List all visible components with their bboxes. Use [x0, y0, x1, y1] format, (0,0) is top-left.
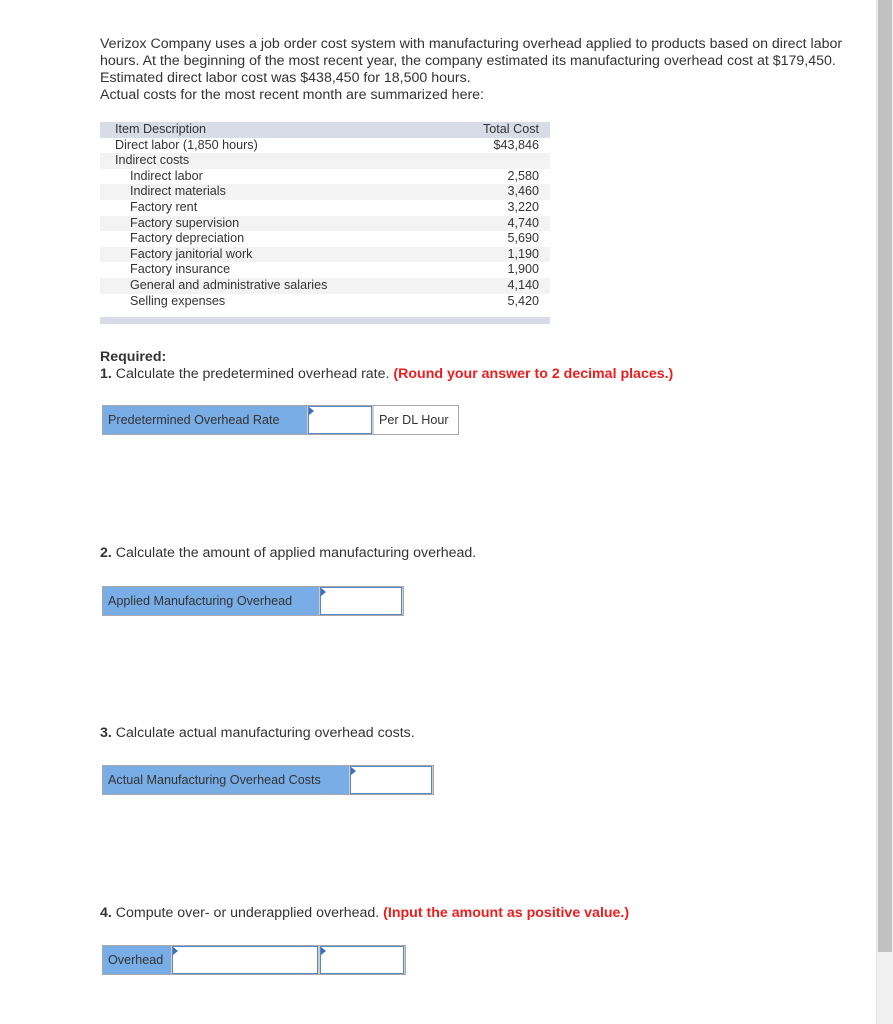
row-amount: 4,740: [430, 215, 550, 232]
table-row: Factory insurance 1,900: [100, 262, 550, 278]
table-row: General and administrative salaries 4,14…: [100, 277, 550, 294]
question-text: Calculate the predetermined overhead rat…: [111, 366, 394, 382]
table-row: Factory supervision 4,740: [100, 215, 550, 232]
table-row: Indirect materials 3,460: [100, 184, 550, 200]
row-amount: 5,690: [507, 231, 539, 246]
row-amount: 3,460: [430, 184, 550, 200]
answer-label: Predetermined Overhead Rate: [103, 406, 307, 434]
row-description: Factory rent: [130, 199, 198, 214]
row-amount: 1,900: [507, 262, 539, 277]
answer-label: Applied Manufacturing Overhead: [103, 587, 319, 615]
question-2: 2. Calculate the amount of applied manuf…: [100, 545, 476, 562]
row-amount: 1,190: [430, 246, 550, 263]
question-note: (Round your answer to 2 decimal places.): [393, 366, 674, 382]
row-description: Indirect labor: [130, 168, 203, 183]
actual-overhead-input[interactable]: [350, 766, 432, 794]
question-1: 1. Calculate the predetermined overhead …: [100, 366, 673, 383]
row-amount: [430, 153, 550, 169]
table-row: Factory depreciation 5,690: [100, 231, 550, 247]
table-footer-bar: [100, 317, 550, 324]
required-heading: Required:: [100, 349, 166, 366]
answer-label: Overhead: [103, 946, 171, 974]
actual-costs-table: Item Description Total Cost Direct labor…: [100, 122, 550, 309]
question-number: 2.: [100, 545, 112, 561]
predetermined-rate-answer-row: Predetermined Overhead Rate Per DL Hour: [102, 405, 459, 435]
input-wrap: [349, 766, 433, 794]
intro-summary-line: Actual costs for the most recent month a…: [100, 87, 485, 103]
input-wrap: [319, 946, 405, 974]
scrollbar-thumb[interactable]: [878, 0, 892, 952]
predetermined-rate-input[interactable]: [308, 406, 372, 434]
row-amount: 3,220: [507, 199, 539, 214]
table-row: Selling expenses 5,420: [100, 294, 550, 310]
input-wrap: [171, 946, 319, 974]
applied-overhead-input[interactable]: [320, 587, 402, 615]
table-row: Indirect labor 2,580: [100, 169, 550, 185]
intro-paragraph: Verizox Company uses a job order cost sy…: [100, 36, 843, 86]
actual-overhead-answer-row: Actual Manufacturing Overhead Costs: [102, 765, 434, 795]
row-amount: 2,580: [507, 168, 539, 183]
answer-label: Actual Manufacturing Overhead Costs: [103, 766, 349, 794]
row-description: Indirect costs: [100, 153, 430, 169]
row-description: Factory janitorial work: [100, 246, 430, 263]
question-number: 4.: [100, 905, 112, 921]
question-3: 3. Calculate actual manufacturing overhe…: [100, 725, 415, 742]
header-item-description: Item Description: [100, 122, 430, 138]
row-amount: $43,846: [493, 137, 539, 152]
header-total-cost: Total Cost: [430, 122, 550, 138]
table-row: Indirect costs: [100, 153, 550, 169]
row-amount: 4,140: [430, 277, 550, 294]
question-4: 4. Compute over- or underapplied overhea…: [100, 905, 629, 922]
unit-label: Per DL Hour: [373, 406, 458, 434]
question-text: Calculate the amount of applied manufact…: [111, 545, 477, 561]
over-under-applied-answer-row: Overhead: [102, 945, 406, 975]
table-row: Direct labor (1,850 hours) $43,846: [100, 138, 550, 154]
question-text: Compute over- or underapplied overhead.: [111, 905, 384, 921]
table-row: Factory janitorial work 1,190: [100, 246, 550, 263]
problem-intro: Verizox Company uses a job order cost sy…: [100, 36, 870, 104]
row-description: Factory supervision: [100, 215, 430, 232]
row-description: Indirect materials: [100, 184, 430, 200]
row-description: Factory insurance: [130, 262, 231, 277]
row-description: General and administrative salaries: [100, 277, 430, 294]
row-description: Selling expenses: [130, 293, 226, 308]
applied-overhead-answer-row: Applied Manufacturing Overhead: [102, 586, 404, 616]
question-note: (Input the amount as positive value.): [383, 905, 630, 921]
input-wrap: [319, 587, 403, 615]
question-number: 1.: [100, 366, 112, 382]
question-number: 3.: [100, 725, 112, 741]
row-description: Direct labor (1,850 hours): [115, 137, 258, 152]
overhead-type-input[interactable]: [172, 946, 318, 974]
row-amount: 5,420: [507, 293, 539, 308]
overhead-amount-input[interactable]: [320, 946, 404, 974]
vertical-scrollbar[interactable]: [876, 0, 893, 1024]
table-header-row: Item Description Total Cost: [100, 122, 550, 138]
row-description: Factory depreciation: [130, 231, 245, 246]
question-text: Calculate actual manufacturing overhead …: [111, 725, 415, 741]
required-title: Required:: [100, 349, 167, 365]
table-row: Factory rent 3,220: [100, 200, 550, 216]
input-wrap: [307, 406, 373, 434]
